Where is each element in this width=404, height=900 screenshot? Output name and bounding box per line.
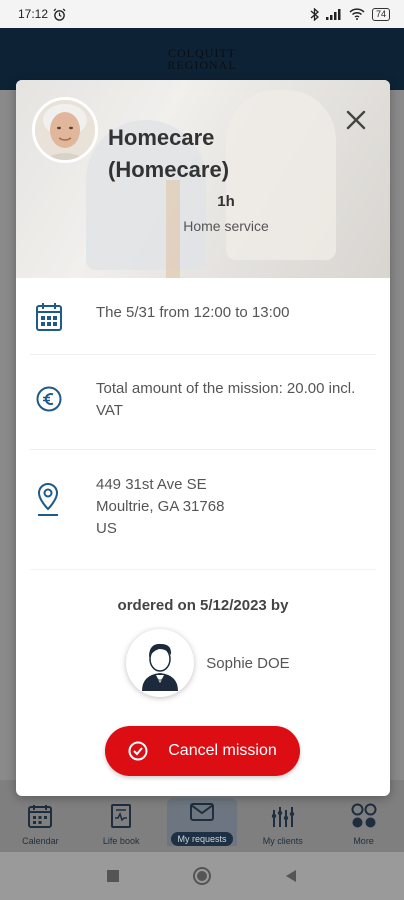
more-icon [351,803,377,828]
mission-detail-modal: Homecare (Homecare) 1h Home service The … [16,80,390,796]
mission-date-row: The 5/31 from 12:00 to 13:00 [30,278,376,355]
cancel-mission-button[interactable]: Cancel mission [105,726,300,776]
status-time: 17:12 [18,7,49,21]
calendar-icon [36,303,62,331]
envelope-icon [189,803,214,821]
ordered-on-text: ordered on 5/12/2023 by [117,597,289,614]
address-line-street: 449 31st Ave SE [96,476,207,493]
mission-duration: 1h [217,193,235,210]
check-circle-icon [128,741,148,761]
mission-amount-row: Total amount of the mission: 20.00 incl.… [30,355,376,450]
mission-amount-text: Total amount of the mission: 20.00 incl.… [96,380,356,419]
app-logo: COLQUITT REGIONAL [167,46,237,72]
orderer-name: Sophie DOE [206,654,290,672]
alarm-icon [53,7,66,21]
person-avatar-icon [142,643,179,691]
nav-life-book[interactable]: Life book [86,802,156,846]
address-line-city: Moultrie, GA 31768 [96,498,225,515]
back-button[interactable] [284,869,298,883]
status-bar: 17:12 74 [0,0,404,28]
system-nav-bar [0,852,404,900]
calendar-icon [28,805,53,828]
wifi-icon [349,8,365,20]
mission-hero: Homecare (Homecare) 1h Home service [16,80,390,278]
home-button[interactable] [192,866,212,886]
battery-icon: 74 [371,7,390,21]
bluetooth-icon [310,7,319,21]
mission-date-text: The 5/31 from 12:00 to 13:00 [96,304,290,321]
mission-title: Homecare (Homecare) [108,125,230,182]
recent-apps-button[interactable] [106,869,120,883]
euro-coin-icon [36,386,62,412]
location-pin-icon [37,482,59,516]
mission-address: 449 31st Ave SE Moultrie, GA 31768 US [96,474,224,540]
cancel-mission-label: Cancel mission [168,742,277,759]
clients-icon [271,807,294,827]
orderer-avatar [126,629,195,697]
service-avatar [32,97,98,163]
elderly-woman-photo [35,100,95,160]
address-line-country: US [96,520,117,537]
signal-icon [325,9,341,20]
close-icon[interactable] [344,108,368,132]
mission-service-type: Home service [183,218,269,234]
nav-my-clients[interactable]: My clients [248,802,318,846]
mission-address-row: 449 31st Ave SE Moultrie, GA 31768 US [30,450,376,570]
book-icon [111,804,132,828]
nav-my-requests[interactable]: My requests [166,798,237,846]
orderer-info: Sophie DOE [16,629,390,697]
nav-calendar[interactable]: Calendar [5,802,75,846]
nav-more[interactable]: More [329,802,399,846]
